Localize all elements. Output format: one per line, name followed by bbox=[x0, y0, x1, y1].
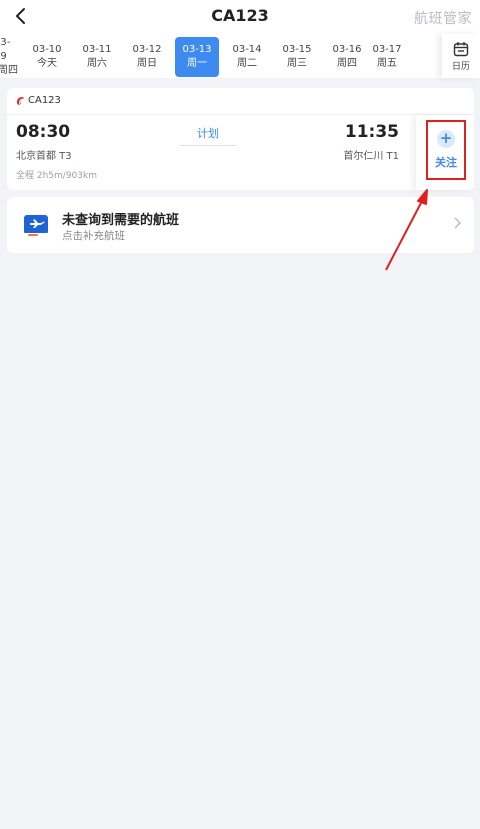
calendar-icon bbox=[453, 41, 469, 56]
arrival-airport: 首尔仁川 T1 bbox=[343, 151, 399, 162]
flight-status: 计划 bbox=[179, 125, 237, 146]
date-tab[interactable]: 03-16 周四 bbox=[322, 37, 372, 77]
date-tab-date: 03-10 bbox=[32, 44, 62, 55]
arrival-time: 11:35 bbox=[344, 122, 399, 142]
follow-label: 关注 bbox=[435, 156, 457, 169]
plane-ticket-icon bbox=[24, 215, 48, 236]
date-tab-date: 03-11 bbox=[82, 44, 112, 55]
date-tab-day: 今天 bbox=[37, 58, 57, 69]
follow-panel: + 关注 bbox=[416, 115, 474, 190]
date-tab-selected[interactable]: 03-13 周一 bbox=[175, 37, 219, 77]
date-tab[interactable]: 03-12 周日 bbox=[122, 37, 172, 77]
date-tab-date: 03-17 bbox=[372, 44, 402, 55]
flight-duration: 全程 2h5m/903km bbox=[16, 171, 97, 181]
add-flight-subtitle: 点击补充航班 bbox=[62, 230, 125, 242]
date-tab-day: 周四 bbox=[337, 58, 357, 69]
date-tab-date: 03-14 bbox=[232, 44, 262, 55]
airline-row: CA123 bbox=[15, 95, 61, 106]
top-bar: CA123 航班管家 bbox=[0, 0, 480, 34]
date-tab-date: 03-15 bbox=[282, 44, 312, 55]
date-tab-date: 03-09 bbox=[0, 37, 11, 62]
date-tab-day: 周六 bbox=[87, 58, 107, 69]
date-selector: 03-09 周四 03-10 今天 03-11 周六 03-12 周日 03-1… bbox=[0, 34, 480, 78]
add-flight-title: 未查询到需要的航班 bbox=[62, 213, 180, 228]
date-tab-day: 周一 bbox=[187, 58, 207, 69]
departure-airport: 北京首都 T3 bbox=[16, 151, 72, 162]
date-tab[interactable]: 03-10 今天 bbox=[22, 37, 72, 77]
date-tab-day: 周二 bbox=[237, 58, 257, 69]
date-tab-day: 周五 bbox=[377, 58, 397, 69]
calendar-label: 日历 bbox=[451, 61, 470, 72]
date-tab-day: 周四 bbox=[0, 65, 18, 76]
date-tab[interactable]: 03-14 周二 bbox=[222, 37, 272, 77]
date-tab[interactable]: 03-17 周五 bbox=[372, 37, 402, 77]
date-tab-day: 周三 bbox=[287, 58, 307, 69]
page-title: CA123 bbox=[211, 6, 269, 25]
date-tab-day: 周日 bbox=[137, 58, 157, 69]
date-tab-date: 03-12 bbox=[132, 44, 162, 55]
chevron-right-icon bbox=[454, 217, 461, 229]
plus-icon: + bbox=[437, 130, 455, 148]
date-tab[interactable]: 03-11 周六 bbox=[72, 37, 122, 77]
flight-number: CA123 bbox=[28, 95, 61, 106]
air-china-logo-icon bbox=[17, 96, 24, 105]
date-tab[interactable]: 03-15 周三 bbox=[272, 37, 322, 77]
add-flight-card[interactable]: 未查询到需要的航班 点击补充航班 bbox=[7, 197, 474, 253]
departure-time: 08:30 bbox=[16, 122, 71, 142]
date-tab-date: 03-16 bbox=[332, 44, 362, 55]
calendar-button[interactable]: 日历 bbox=[442, 34, 480, 78]
brand-logo: 航班管家 bbox=[414, 11, 472, 27]
date-tab-date: 03-13 bbox=[182, 44, 212, 55]
flight-card[interactable]: CA123 08:30 计划 11:35 北京首都 T3 首尔仁川 T1 全程 … bbox=[7, 88, 474, 190]
divider bbox=[7, 114, 474, 115]
follow-button[interactable]: + 关注 bbox=[426, 120, 466, 180]
date-tab[interactable]: 03-09 周四 bbox=[0, 37, 22, 77]
